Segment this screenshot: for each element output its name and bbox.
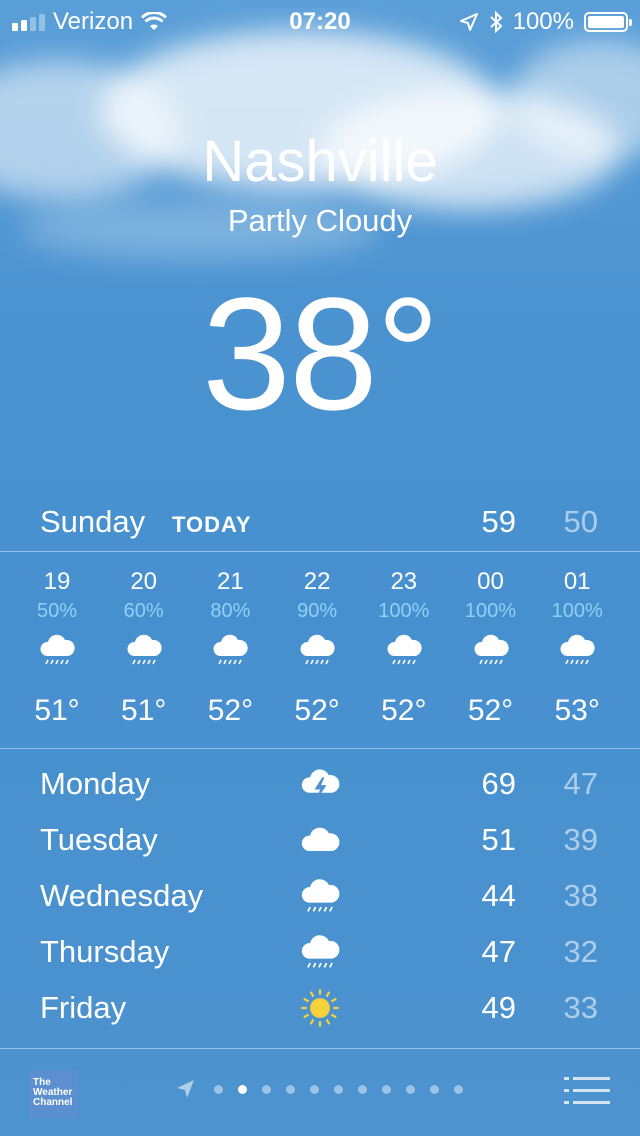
page-dot[interactable]: [262, 1085, 271, 1094]
hour-time: 22: [303, 568, 331, 595]
logo-text: Channel: [33, 1097, 73, 1108]
hour-temperature: 53°: [554, 694, 600, 727]
page-dot[interactable]: [382, 1085, 391, 1094]
page-dot[interactable]: [214, 1085, 223, 1094]
hour-temperature: 52°: [467, 694, 514, 727]
rain-cloud-icon: [298, 930, 342, 974]
today-low: 50: [563, 504, 598, 539]
thunderstorm-icon: [298, 762, 342, 806]
precip-chance: 100%: [551, 600, 603, 622]
hour-temperature: 51°: [34, 694, 80, 727]
day-high: 69: [481, 766, 516, 801]
day-low: 39: [563, 822, 598, 857]
bluetooth-icon: [489, 11, 503, 33]
current-location-icon: [177, 1080, 194, 1098]
cloud-icon: [298, 818, 342, 862]
rain-cloud-icon: [124, 630, 164, 670]
page-dot[interactable]: [334, 1085, 343, 1094]
hour-time: 23: [390, 568, 418, 595]
current-temperature: 38°: [202, 264, 440, 443]
hourly-forecast[interactable]: 19 50% 51° 20 60% 51° 21 80% 52° 22 90% 52° 23 100% 52…: [0, 552, 640, 748]
today-label: TODAY: [172, 512, 252, 537]
day-low: 47: [563, 766, 598, 801]
daily-row: Friday 49 33: [0, 980, 640, 1036]
day-high: 49: [481, 990, 516, 1025]
battery-percentage: 100%: [512, 8, 574, 35]
sun-icon: [298, 986, 342, 1030]
precip-chance: 100%: [378, 600, 430, 622]
hour-time: 01: [563, 568, 591, 595]
daily-row: Monday 69 47: [0, 756, 640, 812]
rain-cloud-icon: [471, 630, 511, 670]
weather-channel-logo[interactable]: The Weather Channel: [30, 1070, 78, 1118]
hour-time: 19: [43, 568, 71, 595]
hour-temperature: 52°: [294, 694, 340, 727]
day-name: Wednesday: [40, 878, 204, 913]
hour-time: 20: [130, 568, 158, 595]
day-low: 38: [563, 878, 598, 913]
city-name: Nashville: [202, 129, 438, 194]
day-name: Tuesday: [40, 822, 158, 857]
rain-cloud-icon: [384, 630, 424, 670]
weather-condition: Partly Cloudy: [227, 203, 413, 238]
status-bar: Verizon 07:20 100%: [0, 0, 640, 40]
precip-chance: 50%: [36, 600, 78, 622]
day-high: 47: [481, 934, 516, 969]
hour-temperature: 51°: [121, 694, 167, 727]
day-name: Friday: [40, 990, 127, 1025]
today-high: 59: [481, 504, 516, 539]
rain-cloud-icon: [37, 630, 77, 670]
hour-time: 21: [217, 568, 244, 595]
rain-cloud-icon: [298, 874, 342, 918]
rain-cloud-icon: [557, 630, 597, 670]
daily-row: Thursday 47 32: [0, 924, 640, 980]
page-dot[interactable]: [238, 1085, 247, 1094]
rain-cloud-icon: [210, 630, 250, 670]
day-name: Monday: [40, 766, 151, 801]
day-low: 32: [563, 934, 598, 969]
battery-icon: [584, 12, 632, 32]
precip-chance: 60%: [123, 600, 164, 622]
page-dot[interactable]: [430, 1085, 439, 1094]
day-high: 44: [481, 878, 516, 913]
day-high: 51: [481, 822, 516, 857]
bottom-toolbar: The Weather Channel: [0, 1056, 640, 1136]
page-dot[interactable]: [286, 1085, 295, 1094]
hour-temperature: 52°: [381, 694, 427, 727]
precip-chance: 100%: [464, 600, 517, 622]
rain-cloud-icon: [297, 630, 337, 670]
hour-time: 00: [477, 568, 504, 595]
precip-chance: 90%: [297, 600, 338, 622]
daily-row: Tuesday 51 39: [0, 812, 640, 868]
divider: [0, 1048, 640, 1049]
day-name: Thursday: [40, 934, 170, 969]
divider: [0, 748, 640, 749]
page-indicator[interactable]: [214, 1085, 463, 1094]
page-dot[interactable]: [454, 1085, 463, 1094]
page-dot[interactable]: [358, 1085, 367, 1094]
today-day: Sunday: [40, 504, 146, 539]
location-arrow-icon: [459, 13, 478, 31]
city-list-icon[interactable]: [564, 1076, 610, 1106]
day-low: 33: [563, 990, 598, 1025]
page-dot[interactable]: [310, 1085, 319, 1094]
precip-chance: 80%: [210, 600, 251, 622]
daily-row: Wednesday 44 38: [0, 868, 640, 924]
hour-temperature: 52°: [207, 694, 254, 727]
page-dot[interactable]: [406, 1085, 415, 1094]
today-summary: Sunday TODAY 59 50: [0, 500, 640, 550]
